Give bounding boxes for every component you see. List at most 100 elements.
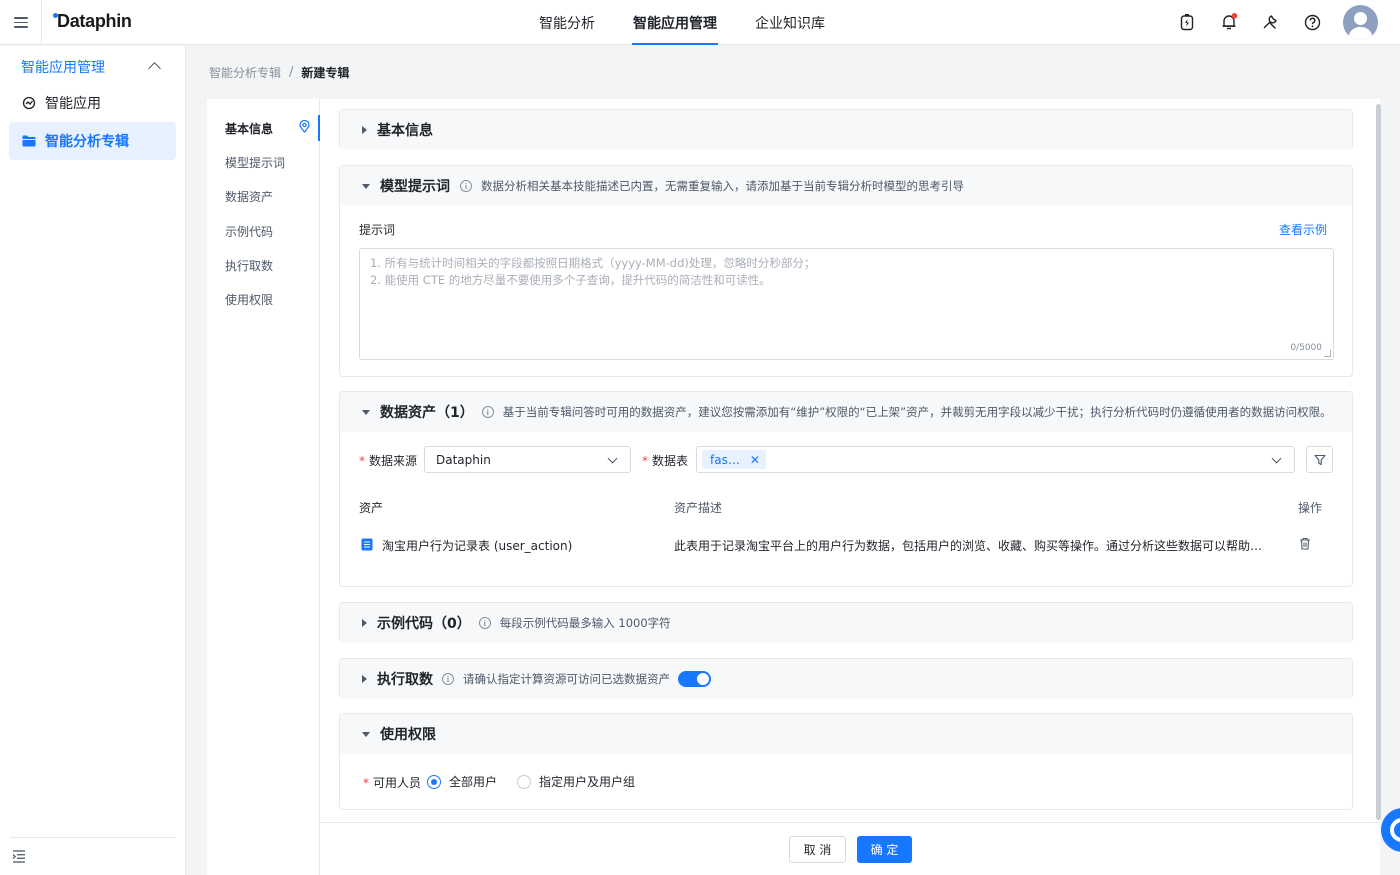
bell-icon[interactable] — [1219, 12, 1239, 32]
section-desc: 请确认指定计算资源可访问已选数据资产 — [463, 672, 670, 686]
info-icon: i — [481, 406, 494, 418]
section-title: 模型提示词 — [380, 179, 450, 195]
confirm-button[interactable]: 确 定 — [857, 836, 912, 863]
section-title: 示例代码（0） — [377, 616, 471, 632]
anchor-permissions[interactable]: 使用权限 — [225, 291, 273, 308]
sidebar-item-label: 智能应用 — [45, 96, 101, 112]
anchor-model-prompt[interactable]: 模型提示词 — [225, 154, 285, 171]
caret-right-icon — [362, 675, 367, 683]
caret-right-icon — [362, 619, 367, 627]
section-title: 基本信息 — [377, 123, 433, 139]
main-nav: 智能分析 智能应用管理 企业知识库 — [520, 0, 844, 45]
anchor-nav: 基本信息 模型提示词 数据资产 示例代码 执行取数 使用权限 — [207, 99, 320, 875]
help-icon[interactable] — [1302, 12, 1322, 32]
top-bar: Dataphin 智能分析 智能应用管理 企业知识库 — [0, 0, 1400, 45]
asset-name[interactable]: 淘宝用户行为记录表 (user_action) — [382, 537, 572, 554]
anchor-active-indicator — [318, 115, 320, 141]
column-header-asset: 资产 — [359, 501, 384, 515]
section-permissions-header[interactable]: 使用权限 — [340, 714, 1352, 754]
nav-smart-app-management[interactable]: 智能应用管理 — [614, 0, 736, 45]
section-sample-code: 示例代码（0） i 每段示例代码最多输入 1000字符 — [339, 602, 1353, 643]
data-source-value: Dataphin — [436, 452, 491, 467]
avatar[interactable] — [1343, 5, 1378, 40]
resize-handle[interactable] — [1324, 350, 1331, 357]
sidebar-item-smart-app[interactable]: 智能应用 — [9, 84, 176, 122]
tools-icon[interactable] — [1260, 12, 1280, 32]
section-title: 使用权限 — [380, 727, 436, 743]
anchor-exec-fetch[interactable]: 执行取数 — [225, 257, 273, 274]
section-title: 执行取数 — [377, 672, 433, 688]
caret-down-icon — [362, 409, 370, 415]
floating-assistant-button[interactable] — [1381, 808, 1400, 852]
caret-down-icon — [362, 731, 370, 737]
breadcrumb-parent-link[interactable]: 智能分析专辑 — [209, 64, 281, 81]
chevron-down-icon — [607, 453, 618, 464]
location-pin-icon — [299, 119, 310, 137]
section-exec-fetch: 执行取数 i 请确认指定计算资源可访问已选数据资产 — [339, 658, 1353, 699]
section-desc: 每段示例代码最多输入 1000字符 — [499, 616, 671, 630]
prompt-textarea[interactable]: 1. 所有与统计时间相关的字段都按照日期格式（yyyy-MM-dd)处理，忽略时… — [359, 248, 1334, 360]
anchor-basic-info[interactable]: 基本信息 — [225, 120, 273, 137]
scrollbar[interactable] — [1376, 104, 1381, 820]
info-icon: i — [460, 180, 472, 192]
power-bank-icon[interactable] — [1177, 12, 1197, 32]
delete-icon[interactable] — [1299, 537, 1311, 554]
breadcrumb-separator: / — [289, 65, 294, 80]
anchor-sample-code[interactable]: 示例代码 — [225, 223, 273, 240]
section-exec-fetch-header[interactable]: 执行取数 i 请确认指定计算资源可访问已选数据资产 — [340, 659, 1352, 699]
section-sample-code-header[interactable]: 示例代码（0） i 每段示例代码最多输入 1000字符 — [340, 603, 1352, 643]
filter-button[interactable] — [1306, 446, 1333, 473]
app-logo[interactable]: Dataphin — [53, 11, 132, 32]
data-source-select[interactable]: Dataphin — [424, 446, 631, 473]
section-data-assets-header[interactable]: 数据资产（1） i 基于当前专辑问答时可用的数据资产，建议您按需添加有“维护”权… — [340, 392, 1352, 432]
assistant-icon — [1390, 818, 1400, 842]
sidebar-item-analysis-album[interactable]: 智能分析专辑 — [9, 122, 176, 160]
form-footer: 取 消 确 定 — [320, 822, 1380, 875]
chevron-down-icon — [1271, 453, 1282, 464]
radio-all-users[interactable]: 全部用户 — [427, 773, 497, 790]
filter-icon — [1313, 454, 1326, 465]
breadcrumb-current: 新建专辑 — [301, 66, 350, 80]
sidebar-group-smart-app-management[interactable]: 智能应用管理 — [21, 56, 171, 78]
anchor-data-assets[interactable]: 数据资产 — [225, 188, 273, 205]
section-basic-info: 基本信息 — [339, 109, 1353, 150]
remove-tag-icon[interactable]: ✕ — [750, 453, 760, 467]
cancel-button[interactable]: 取 消 — [789, 836, 846, 863]
section-model-prompt: 模型提示词 i 数据分析相关基本技能描述已内置，无需重复输入，请添加基于当前专辑… — [339, 165, 1353, 377]
info-icon: i — [442, 673, 454, 685]
collapse-menu-icon — [12, 850, 25, 863]
info-icon: i — [478, 617, 491, 629]
sidebar: 智能应用管理 智能应用 智能分析专辑 — [0, 46, 186, 875]
column-header-desc: 资产描述 — [674, 501, 723, 515]
section-title: 数据资产（1） — [380, 405, 474, 421]
nav-smart-analysis[interactable]: 智能分析 — [520, 0, 614, 45]
folder-icon — [22, 134, 36, 148]
users-label: * 可用人员 — [363, 776, 422, 790]
data-table-select[interactable]: fas… ✕ — [696, 446, 1295, 473]
column-header-action: 操作 — [1298, 501, 1323, 515]
table-icon — [361, 538, 373, 555]
sidebar-item-label: 智能分析专辑 — [45, 134, 129, 150]
radio-circle — [427, 774, 441, 789]
data-table-label: * 数据表 — [642, 454, 689, 468]
section-model-prompt-header[interactable]: 模型提示词 i 数据分析相关基本技能描述已内置，无需重复输入，请添加基于当前专辑… — [340, 166, 1352, 206]
collapse-sidebar-button[interactable] — [10, 837, 176, 875]
prompt-placeholder: 1. 所有与统计时间相关的字段都按照日期格式（yyyy-MM-dd)处理，忽略时… — [370, 256, 816, 287]
view-example-link[interactable]: 查看示例 — [1279, 221, 1327, 238]
exec-fetch-toggle[interactable] — [678, 671, 711, 687]
section-desc: 数据分析相关基本技能描述已内置，无需重复输入，请添加基于当前专辑分析时模型的思考… — [481, 179, 964, 193]
radio-label: 全部用户 — [449, 775, 498, 789]
prompt-label: 提示词 — [359, 223, 396, 237]
menu-toggle-button[interactable] — [0, 0, 42, 45]
caret-right-icon — [362, 126, 367, 134]
radio-specified-users[interactable]: 指定用户及用户组 — [517, 773, 635, 790]
caret-down-icon — [362, 183, 370, 189]
nav-knowledge-base[interactable]: 企业知识库 — [736, 0, 844, 45]
section-desc: 基于当前专辑问答时可用的数据资产，建议您按需添加有“维护”权限的“已上架”资产，… — [502, 405, 1332, 419]
radio-circle — [517, 774, 531, 789]
radio-label: 指定用户及用户组 — [539, 775, 636, 789]
section-permissions: 使用权限 * 可用人员 全部用户 指定用户及用户组 — [339, 713, 1353, 810]
app-ring-icon — [22, 96, 36, 110]
section-basic-info-header[interactable]: 基本信息 — [340, 110, 1352, 150]
breadcrumb: 智能分析专辑 / 新建专辑 — [209, 64, 349, 81]
